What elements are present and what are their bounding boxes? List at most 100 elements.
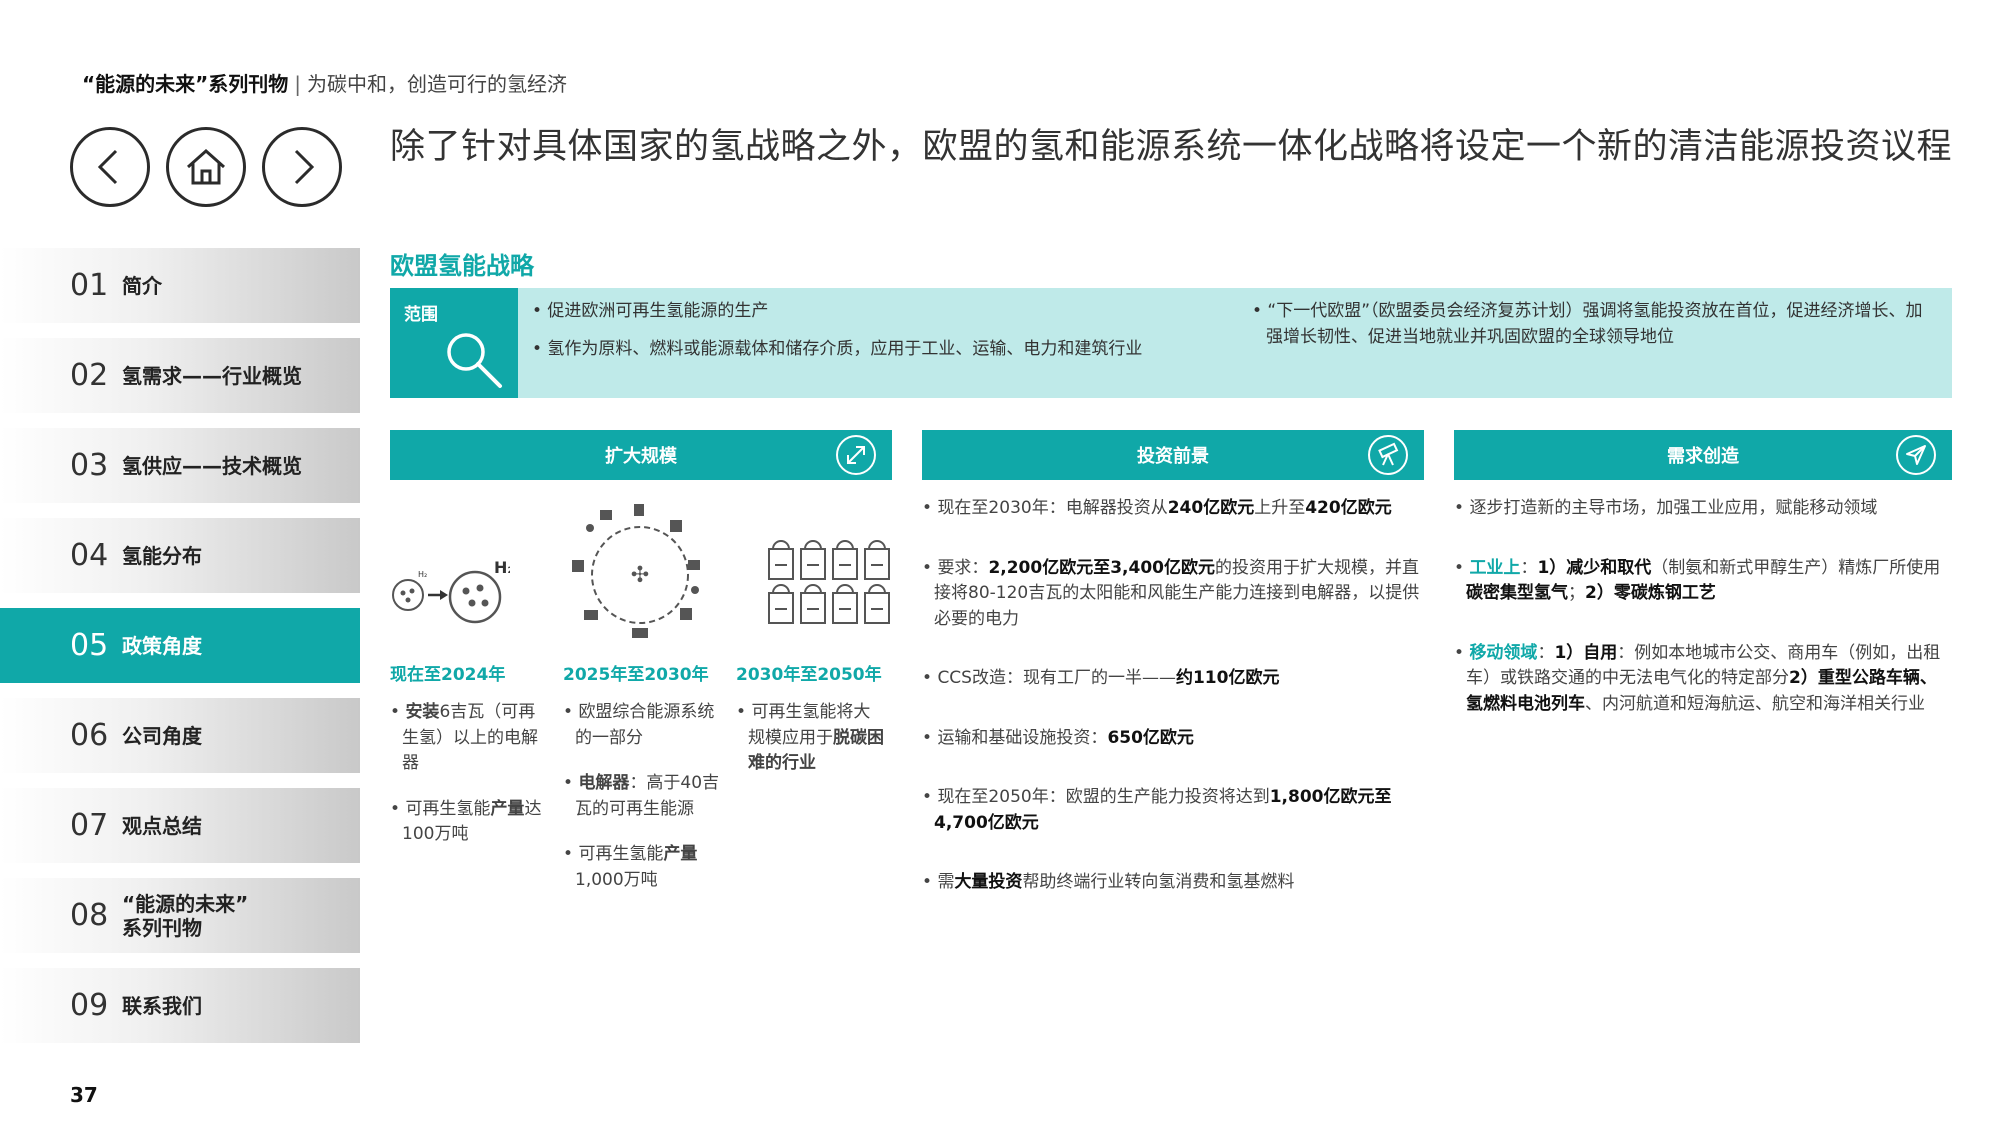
bold-text: 240亿欧元 xyxy=(1167,498,1255,518)
highlight-text: 工业上 xyxy=(1469,557,1521,578)
bold-text: 产量 xyxy=(490,798,525,819)
sidebar-item-02[interactable]: 02 氢需求——行业概览 xyxy=(0,338,360,413)
sidebar-item-04[interactable]: 04 氢能分布 xyxy=(0,518,360,593)
body-text: 1,000万吨 xyxy=(575,869,658,890)
scope-bullet: • 促进欧洲可再生氢能源的生产 xyxy=(532,301,769,321)
phase-label-2024: 现在至2024年 xyxy=(390,665,506,685)
expand-arrows-icon xyxy=(836,435,876,475)
sidebar-item-label: 氢供应——技术概览 xyxy=(122,453,302,478)
bullet-item: • 需大量投资帮助终端行业转向氢消费和氢基燃料 xyxy=(922,870,1424,896)
sidebar-item-03[interactable]: 03 氢供应——技术概览 xyxy=(0,428,360,503)
scope-band: 范围 • 促进欧洲可再生氢能源的生产 • 氢作为原料、燃料或能源载体和储存介质，… xyxy=(390,288,1952,398)
bullet-item: • CCS改造：现有工厂的一半——约110亿欧元 xyxy=(922,666,1424,692)
sidebar-item-number: 04 xyxy=(70,538,109,573)
sidebar-item-06[interactable]: 06 公司角度 xyxy=(0,698,360,773)
phase-text-2030: • 欧盟综合能源系统的一部分 • 电解器：高于40吉瓦的可再生能源 • 可再生氢能产… xyxy=(563,700,723,913)
sidebar-item-number: 01 xyxy=(70,268,109,303)
series-subtitle: 为碳中和，创造可行的氢经济 xyxy=(307,72,568,96)
bold-text: 大量投资 xyxy=(954,872,1023,892)
demand-list: • 逐步打造新的主导市场，加强工业应用，赋能移动领域 • 工业上：1）减少和取代（… xyxy=(1454,496,1952,717)
next-button[interactable] xyxy=(262,127,342,207)
bold-text: 650亿欧元 xyxy=(1107,727,1194,748)
bold-text: 2,200亿欧元至3,400亿欧元 xyxy=(988,557,1215,578)
body-text: 帮助终端行业转向氢消费和氢基燃料 xyxy=(1022,872,1295,892)
chevron-right-icon xyxy=(294,149,315,185)
h2-label: H₂ xyxy=(494,558,510,577)
phase-label-2050: 2030年至2050年 xyxy=(736,665,882,685)
bold-text: 电解器 xyxy=(578,773,630,793)
house-icon xyxy=(600,510,612,520)
bullet-item: • 逐步打造新的主导市场，加强工业应用，赋能移动领域 xyxy=(1454,496,1952,522)
scope-bullet: • “下一代欧盟”（欧盟委员会经济复苏计划）强调将氢能投资放在首位，促进经济增长… xyxy=(1252,301,1923,348)
body-text: ： xyxy=(1537,642,1555,663)
body-text: 要求： xyxy=(937,557,989,578)
factory-icon xyxy=(670,520,682,532)
demand-header: 需求创造 xyxy=(1454,430,1952,480)
sidebar-item-07[interactable]: 07 观点总结 xyxy=(0,788,360,863)
bullet-item: • 电解器：高于40吉瓦的可再生能源 xyxy=(563,771,723,822)
bold-text: 2）零碳炼钢工艺 xyxy=(1585,583,1716,603)
body-text: ； xyxy=(1568,583,1585,603)
scope-right-list: • “下一代欧盟”（欧盟委员会经济复苏计划）强调将氢能投资放在首位，促进经济增长… xyxy=(1252,298,1932,363)
body-text: ： xyxy=(1520,557,1538,578)
page-title: 除了针对具体国家的氢战略之外，欧盟的氢和能源系统一体化战略将设定一个新的清洁能源… xyxy=(390,127,1953,167)
investment-header: 投资前景 xyxy=(922,430,1424,480)
section-title: 欧盟氢能战略 xyxy=(390,252,534,280)
sidebar-item-09[interactable]: 09 联系我们 xyxy=(0,968,360,1043)
bullet-dot: • xyxy=(736,702,752,722)
bullet-dot: • xyxy=(1454,557,1470,578)
small-tank-icon xyxy=(392,579,424,611)
body-text: 现在至2030年：电解器投资从 xyxy=(937,498,1168,518)
sidebar-item-label: “能源的未来” 系列刊物 xyxy=(122,891,249,940)
bold-text: 1）自用 xyxy=(1554,642,1618,663)
telescope-icon xyxy=(1368,435,1408,475)
home-button[interactable] xyxy=(166,127,246,207)
bullet-dot: • xyxy=(922,557,938,578)
sidebar-item-01[interactable]: 01 简介 xyxy=(0,248,360,323)
page-number: 37 xyxy=(70,1083,98,1107)
bullet-dot: • xyxy=(922,872,938,892)
bullet-dot: • xyxy=(922,727,938,748)
sidebar-item-label: 氢需求——行业概览 xyxy=(122,363,302,388)
sidebar-item-label: 政策角度 xyxy=(122,633,202,658)
bullet-item: • 安装6吉瓦（可再生氢）以上的电解器 xyxy=(390,700,542,777)
scope-label: 范围 xyxy=(404,305,438,325)
molecule-illustration: H₂ H₂ xyxy=(392,558,510,624)
sidebar-item-number: 03 xyxy=(70,448,109,483)
bold-text: 420亿欧元 xyxy=(1305,498,1392,518)
scale-up-header: 扩大规模 xyxy=(390,430,892,480)
tower-icon xyxy=(634,504,644,516)
tank-icon xyxy=(680,608,692,620)
body-text: 逐步打造新的主导市场，加强工业应用，赋能移动领域 xyxy=(1469,498,1878,518)
body-text: 可再生氢能 xyxy=(578,844,664,864)
bullet-dot: • xyxy=(390,798,406,819)
bullet-dot: • xyxy=(390,702,406,722)
sidebar-item-05[interactable]: 05 政策角度 xyxy=(0,608,360,683)
bullet-item: • 工业上：1）减少和取代（制氨和新式甲醇生产）精炼厂所使用碳密集型氢气；2）零… xyxy=(1454,556,1952,607)
sidebar-item-number: 07 xyxy=(70,808,109,843)
bullet-dot: • xyxy=(922,668,938,688)
sidebar-item-number: 06 xyxy=(70,718,109,753)
h2-small-label: H₂ xyxy=(418,570,427,579)
bullet-item: • 欧盟综合能源系统的一部分 xyxy=(563,700,723,751)
network-icon: ✣ xyxy=(631,563,649,588)
body-text: 、内河航道和短海航运、航空和海洋相关行业 xyxy=(1585,693,1925,714)
bullet-item: • 可再生氢能将大规模应用于脱碳困难的行业 xyxy=(736,700,884,777)
sidebar-item-08[interactable]: 08 “能源的未来” 系列刊物 xyxy=(0,878,360,953)
header-separator: | xyxy=(294,72,302,96)
series-title: “能源的未来”系列刊物 xyxy=(82,72,289,96)
scope-left-list: • 促进欧洲可再生氢能源的生产 • 氢作为原料、燃料或能源载体和储存介质，应用于… xyxy=(532,298,1232,375)
sidebar-item-label: 观点总结 xyxy=(122,813,202,838)
bullet-dot: • xyxy=(563,844,579,864)
body-text: 需 xyxy=(937,872,955,892)
back-button[interactable] xyxy=(70,127,150,207)
bold-text: 安装 xyxy=(405,702,440,722)
bold-text: 约110亿欧元 xyxy=(1175,668,1280,688)
bullet-item: • 现在至2050年：欧盟的生产能力投资将达到1,800亿欧元至4,700亿欧元 xyxy=(922,785,1424,836)
paper-plane-icon xyxy=(1896,435,1936,475)
scale-up-title: 扩大规模 xyxy=(605,446,677,467)
bullet-dot: • xyxy=(1454,498,1470,518)
body-text: 可再生氢能 xyxy=(405,798,491,819)
body-text: 上升至 xyxy=(1254,498,1306,518)
demand-title: 需求创造 xyxy=(1667,446,1739,467)
